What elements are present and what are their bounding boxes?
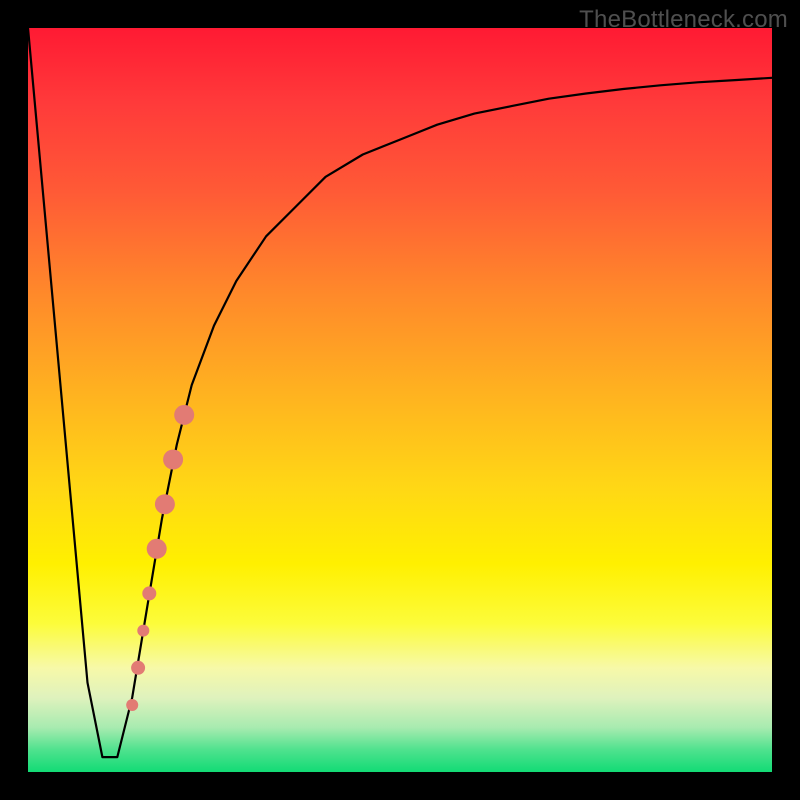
marker-dot-2 bbox=[137, 625, 149, 637]
curve-layer bbox=[28, 28, 772, 772]
marker-band-mid1 bbox=[163, 450, 183, 470]
plot-area bbox=[28, 28, 772, 772]
bottleneck-curve bbox=[28, 28, 772, 757]
marker-band-bot bbox=[147, 539, 167, 559]
watermark-text: TheBottleneck.com bbox=[579, 6, 788, 34]
chart-frame: TheBottleneck.com bbox=[0, 0, 800, 800]
marker-band-mid2 bbox=[155, 494, 175, 514]
marker-group bbox=[126, 405, 194, 711]
marker-dot-1 bbox=[142, 586, 156, 600]
marker-dot-4 bbox=[126, 699, 138, 711]
marker-dot-3 bbox=[131, 661, 145, 675]
marker-band-top bbox=[174, 405, 194, 425]
